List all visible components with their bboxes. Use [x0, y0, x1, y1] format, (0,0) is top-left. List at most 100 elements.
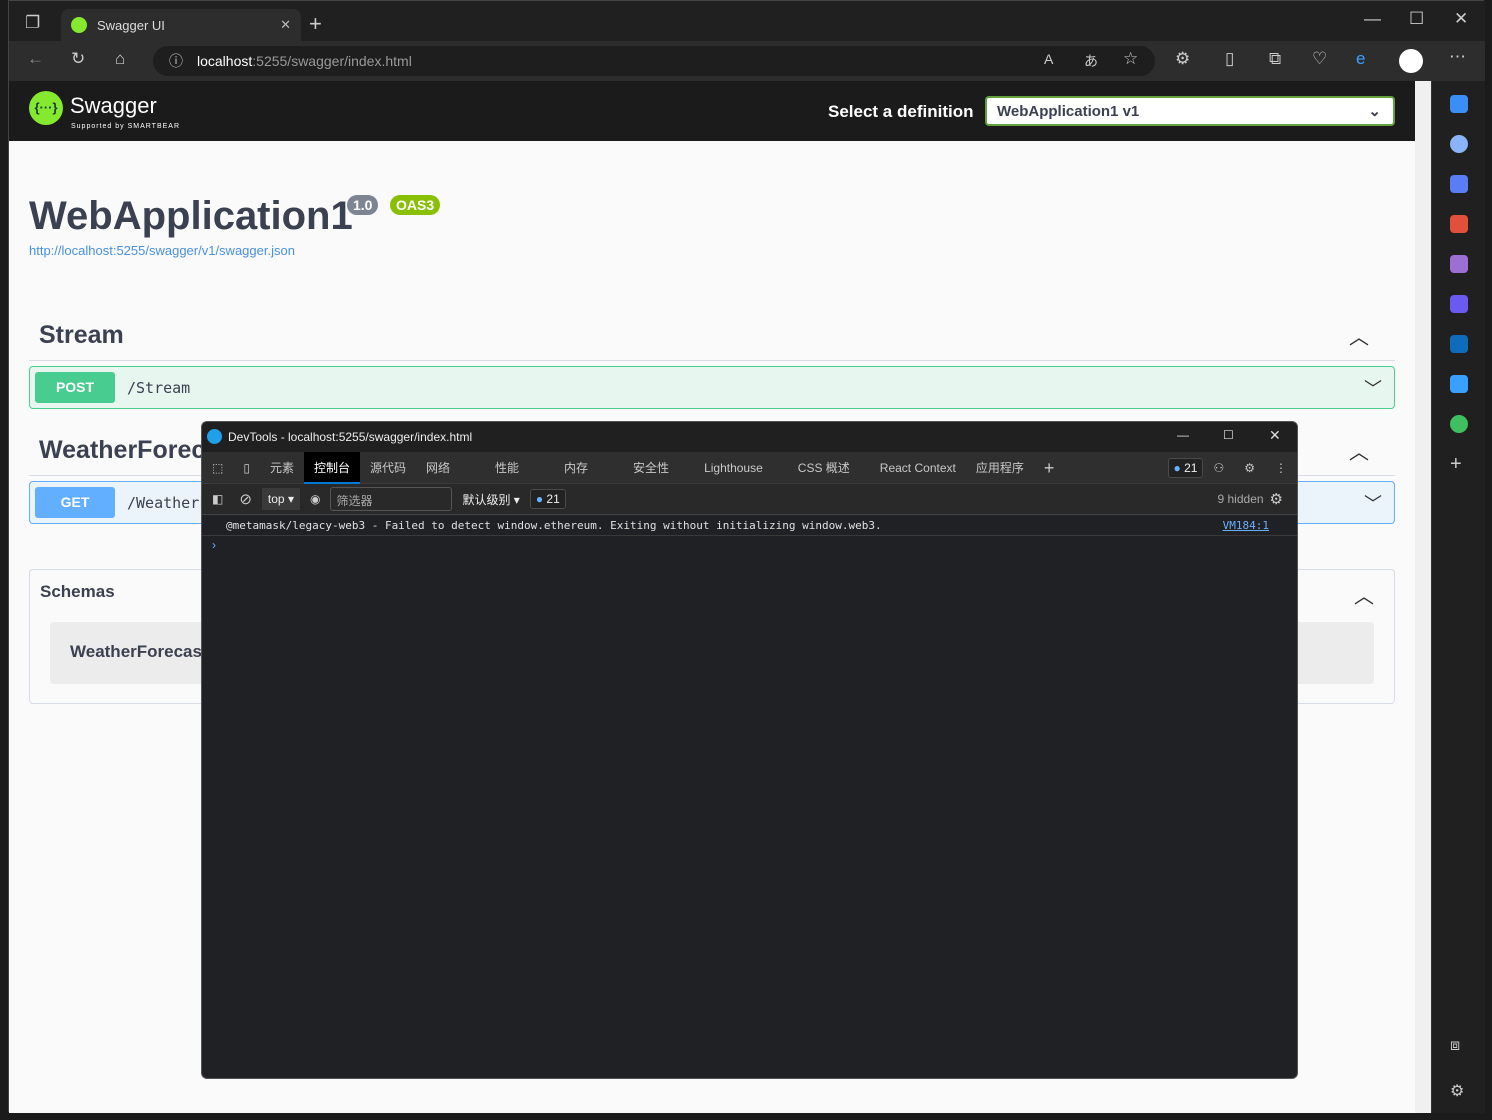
close-icon[interactable]: ✕ — [1269, 427, 1281, 444]
operation-post-stream[interactable]: POST /Stream ﹀ — [29, 366, 1395, 409]
chevron-down-icon[interactable]: ﹀ — [1364, 490, 1382, 516]
settings-icon[interactable]: ⚙ — [1450, 1081, 1464, 1101]
select-definition-label: Select a definition — [828, 102, 974, 121]
maximize-icon[interactable]: ☐ — [1409, 9, 1424, 29]
tab-sources[interactable]: 源代码 — [360, 452, 416, 484]
message-icon: ● — [1173, 460, 1181, 475]
feedback-icon[interactable]: ⚇ — [1203, 452, 1234, 484]
copilot-icon[interactable] — [1450, 295, 1468, 313]
chevron-down-icon: ⌄ — [1368, 103, 1381, 120]
split-screen-icon[interactable]: ▯ — [1225, 49, 1234, 69]
chevron-down-icon[interactable]: ﹀ — [1364, 375, 1382, 401]
address-bar-row: ← ↻ ⌂ ⓘ localhost:5255/swagger/index.htm… — [9, 41, 1485, 81]
settings-icon[interactable]: ⚙ — [1234, 452, 1265, 484]
bell-icon[interactable] — [1450, 95, 1468, 113]
url-input[interactable]: ⓘ localhost:5255/swagger/index.html — [153, 46, 1155, 76]
console-prompt-icon[interactable]: › — [212, 538, 216, 552]
filter-input[interactable]: 筛选器 — [330, 487, 453, 511]
page-title: WebApplication1 — [29, 194, 353, 238]
version-badge: 1.0 — [347, 195, 379, 215]
screenshot-icon[interactable]: ⧈ — [1450, 1037, 1460, 1055]
console-settings-icon[interactable]: ⚙ — [1264, 490, 1297, 508]
tab-title: Swagger UI — [97, 17, 165, 33]
url-host: localhost — [197, 53, 253, 69]
method-badge: GET — [35, 487, 115, 518]
close-window-icon[interactable]: ✕ — [1454, 9, 1468, 29]
tab-elements[interactable]: 元素 — [260, 452, 304, 484]
oas-badge: OAS3 — [390, 195, 441, 215]
more-tabs-icon[interactable]: + — [1034, 452, 1065, 484]
context-select[interactable]: top ▾ — [261, 488, 300, 510]
device-toolbar-icon[interactable]: ▯ — [233, 452, 260, 484]
tools-icon[interactable] — [1450, 215, 1468, 233]
tab-security[interactable]: 安全性 — [623, 452, 679, 484]
logo-text: Swagger — [70, 93, 157, 118]
new-tab-icon[interactable]: + — [309, 11, 322, 37]
devtools-title: DevTools - localhost:5255/swagger/index.… — [228, 430, 473, 444]
kebab-menu-icon[interactable]: ⋮ — [1265, 452, 1297, 484]
chevron-up-icon[interactable]: ︿ — [1349, 436, 1369, 465]
definition-select[interactable]: WebApplication1 v1 ⌄ — [985, 96, 1395, 126]
message-count: 21 — [546, 492, 560, 506]
shopping-icon[interactable] — [1450, 175, 1468, 193]
tab-performance[interactable]: 性能 — [485, 452, 529, 484]
issues-badge[interactable]: ● 21 — [1167, 457, 1204, 478]
log-level-select[interactable]: 默认级别 ▾ — [452, 491, 529, 508]
performance-icon[interactable]: ♡ — [1312, 49, 1327, 69]
operation-path: /Stream — [127, 378, 191, 397]
swagger-favicon — [71, 17, 87, 33]
tab-application[interactable]: 应用程序 — [966, 452, 1034, 484]
url-path: :5255/swagger/index.html — [252, 53, 412, 69]
minimize-icon[interactable]: — — [1177, 428, 1189, 442]
close-tab-icon[interactable]: ✕ — [280, 17, 291, 33]
swagger-logo-icon: {···} — [29, 91, 63, 125]
section-stream[interactable]: Stream — [39, 321, 124, 350]
hidden-count: 9 hidden — [1217, 492, 1264, 506]
extensions-icon[interactable]: ⚙ — [1175, 49, 1190, 69]
search-icon[interactable] — [1450, 135, 1468, 153]
tab-lighthouse[interactable]: Lighthouse — [694, 452, 773, 484]
inspect-icon[interactable]: ⬚ — [202, 452, 233, 484]
read-aloud-icon[interactable]: A — [1044, 51, 1053, 67]
home-icon[interactable]: ⌂ — [115, 49, 125, 69]
edge-sidebar: + ⧈ ⚙ — [1431, 81, 1485, 1113]
method-badge: POST — [35, 372, 115, 403]
tab-console[interactable]: 控制台 — [303, 451, 360, 484]
maximize-icon[interactable]: ☐ — [1223, 428, 1234, 442]
translate-icon[interactable]: あ — [1084, 51, 1098, 71]
avatar[interactable] — [1399, 49, 1423, 73]
tree-icon[interactable] — [1450, 415, 1468, 433]
live-expression-icon[interactable]: ◉ — [300, 492, 330, 506]
message-text: @metamask/legacy-web3 - Failed to detect… — [226, 519, 882, 532]
chevron-up-icon[interactable]: ︿ — [1354, 580, 1374, 609]
context-value: top — [267, 492, 285, 506]
favorite-icon[interactable]: ☆ — [1123, 49, 1138, 69]
tab-react-context[interactable]: React Context — [870, 452, 966, 484]
edge-icon[interactable]: e — [1356, 49, 1365, 69]
spec-link[interactable]: http://localhost:5255/swagger/v1/swagger… — [29, 243, 295, 258]
workspaces-icon[interactable]: ❐ — [25, 13, 40, 33]
tab-memory[interactable]: 内存 — [554, 452, 598, 484]
add-icon[interactable]: + — [1450, 453, 1462, 476]
send-icon[interactable] — [1450, 375, 1468, 393]
clear-console-icon[interactable]: ⊘ — [233, 490, 258, 508]
source-link[interactable]: VM184:1 — [1223, 519, 1269, 532]
issues-count: 21 — [1184, 460, 1198, 475]
tab-network[interactable]: 网络 — [416, 452, 460, 484]
swagger-topbar: {···} Swagger Supported by SMARTBEAR Sel… — [9, 81, 1415, 141]
minimize-icon[interactable]: — — [1364, 9, 1381, 29]
messages-badge[interactable]: ● 21 — [529, 489, 566, 509]
schemas-title[interactable]: Schemas — [40, 582, 115, 602]
info-icon[interactable]: ⓘ — [169, 51, 183, 71]
chevron-up-icon[interactable]: ︿ — [1349, 321, 1369, 350]
page-scrollbar[interactable] — [1415, 81, 1431, 1113]
browser-tab[interactable]: Swagger UI ✕ — [61, 9, 301, 41]
back-icon[interactable]: ← — [27, 49, 44, 69]
collections-icon[interactable]: ⧉ — [1269, 49, 1281, 69]
outlook-icon[interactable] — [1450, 335, 1468, 353]
tab-css-overview[interactable]: CSS 概述 — [788, 452, 860, 484]
refresh-icon[interactable]: ↻ — [71, 49, 85, 69]
games-icon[interactable] — [1450, 255, 1468, 273]
sidebar-toggle-icon[interactable]: ◧ — [202, 492, 233, 506]
more-icon[interactable]: ⋯ — [1449, 47, 1466, 67]
